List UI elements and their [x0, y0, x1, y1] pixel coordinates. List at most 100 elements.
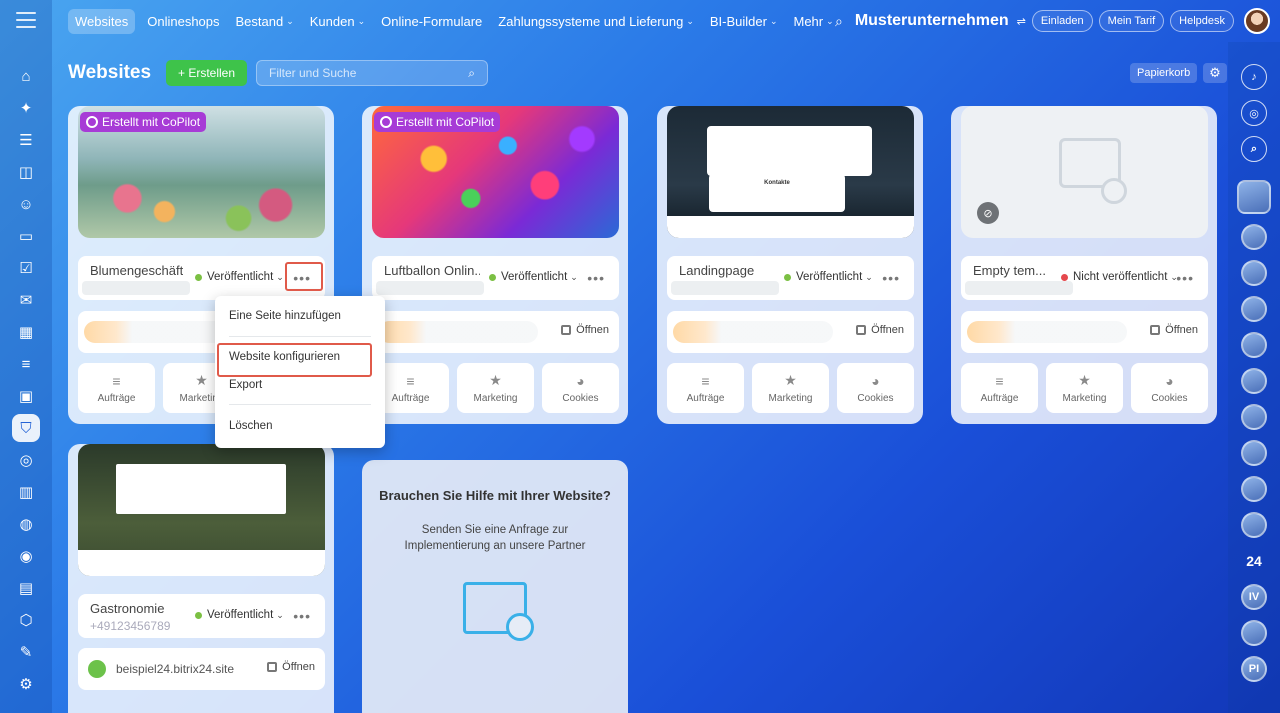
sliders-icon[interactable]: ⇌: [1017, 15, 1026, 28]
search-document-icon: [463, 582, 534, 642]
support-icon[interactable]: ◍: [12, 510, 40, 538]
drive-icon[interactable]: ▭: [12, 222, 40, 250]
site-name[interactable]: Landingpage: [679, 263, 754, 278]
search-icon[interactable]: ⌕: [835, 13, 843, 30]
avatar[interactable]: [1237, 180, 1271, 214]
marketing-button[interactable]: ★ Marketing: [1046, 363, 1123, 413]
analytics-icon[interactable]: ▥: [12, 478, 40, 506]
marketing-button[interactable]: ★ Marketing: [752, 363, 829, 413]
open-button[interactable]: Öffnen: [1150, 324, 1198, 336]
shop-icon[interactable]: ⛉: [12, 414, 40, 442]
avatar[interactable]: [1241, 440, 1267, 466]
cookies-button[interactable]: ◕ Cookies: [1131, 363, 1208, 413]
avatar[interactable]: [1241, 476, 1267, 502]
marketing-label: Marketing: [473, 393, 518, 404]
b24-icon[interactable]: 24: [1241, 548, 1267, 574]
helpdesk-button[interactable]: Helpdesk: [1170, 10, 1234, 32]
more-button[interactable]: •••: [882, 270, 900, 286]
checklist-icon[interactable]: ☑: [12, 254, 40, 282]
contacts-icon[interactable]: ☺: [12, 190, 40, 218]
tab-online-formulare[interactable]: Online-Formulare: [381, 14, 482, 29]
site-name[interactable]: Gastronomie: [90, 601, 164, 616]
avatar[interactable]: [1241, 512, 1267, 538]
thumbnail-contacts-block: Kontakte: [709, 174, 845, 212]
tab-mehr[interactable]: Mehr ⌄: [793, 14, 833, 29]
gear-icon[interactable]: ⚙: [1203, 63, 1227, 83]
menu-item-export[interactable]: Export: [229, 379, 262, 391]
avatar-iv[interactable]: IV: [1241, 584, 1267, 610]
tariff-button[interactable]: Mein Tarif: [1098, 10, 1165, 32]
cookies-button[interactable]: ◕ Cookies: [542, 363, 619, 413]
open-button[interactable]: Öffnen: [856, 324, 904, 336]
search-chat-icon[interactable]: ⌕: [1241, 136, 1267, 162]
tab-zahlungssysteme[interactable]: Zahlungssysteme und Lieferung ⌄: [498, 14, 694, 29]
status-dropdown[interactable]: Nicht veröffentlicht ⌄: [1061, 271, 1178, 283]
tab-websites[interactable]: Websites: [68, 8, 136, 34]
site-thumbnail[interactable]: Kontakte: [667, 106, 914, 238]
highlight-configure-item: [217, 343, 372, 377]
menu-item-add-page[interactable]: Eine Seite hinzufügen: [229, 310, 341, 322]
crm-icon[interactable]: ▣: [12, 382, 40, 410]
more-button[interactable]: •••: [587, 270, 605, 286]
bell-icon[interactable]: ♪: [1241, 64, 1267, 90]
status-dropdown[interactable]: Veröffentlicht ⌄: [784, 271, 873, 283]
status-dot: [195, 273, 202, 281]
menu-item-delete[interactable]: Löschen: [229, 420, 272, 432]
site-name[interactable]: Luftballon Onlin...: [384, 263, 480, 278]
invite-button[interactable]: Einladen: [1031, 10, 1093, 32]
pen-icon[interactable]: ✎: [12, 638, 40, 666]
tab-onlineshops[interactable]: Onlineshops: [147, 14, 219, 29]
status-dropdown[interactable]: Veröffentlicht ⌄: [489, 271, 578, 283]
search-field[interactable]: ⌕: [256, 60, 488, 86]
cookies-button[interactable]: ◕ Cookies: [837, 363, 914, 413]
filter-icon[interactable]: ≡: [12, 350, 40, 378]
cube-icon[interactable]: ⬡: [12, 606, 40, 634]
more-button[interactable]: •••: [1176, 270, 1194, 286]
avatar[interactable]: [1241, 332, 1267, 358]
orders-button[interactable]: ≡ Aufträge: [961, 363, 1038, 413]
more-button[interactable]: •••: [293, 608, 311, 624]
mail-icon[interactable]: ✉: [12, 286, 40, 314]
orders-button[interactable]: ≡ Aufträge: [667, 363, 744, 413]
search-input[interactable]: [269, 66, 469, 80]
target-icon[interactable]: ◎: [12, 446, 40, 474]
status-dropdown[interactable]: Veröffentlicht ⌄: [195, 609, 284, 621]
avatar[interactable]: [1241, 296, 1267, 322]
site-thumbnail[interactable]: ⊘: [961, 106, 1208, 238]
tab-kunden[interactable]: Kunden ⌄: [310, 14, 365, 29]
user-avatar[interactable]: [1244, 8, 1270, 34]
avatar[interactable]: [1241, 368, 1267, 394]
card-actions: ≡ Aufträge ★ Marketing ◕ Cookies: [961, 363, 1208, 413]
blurred-domain: [673, 321, 833, 343]
avatar-pi[interactable]: PI: [1241, 656, 1267, 682]
avatar[interactable]: [1241, 260, 1267, 286]
feed-icon[interactable]: ✦: [12, 94, 40, 122]
trash-button[interactable]: Papierkorb: [1130, 63, 1198, 83]
menu-icon[interactable]: [16, 12, 36, 28]
settings-icon[interactable]: ⚙: [12, 670, 40, 698]
status-dropdown[interactable]: Veröffentlicht ⌄: [195, 271, 284, 283]
site-thumbnail[interactable]: [78, 444, 325, 576]
open-button[interactable]: Öffnen: [267, 661, 315, 673]
site-domain[interactable]: beispiel24.bitrix24.site: [116, 662, 234, 676]
home-icon[interactable]: ⌂: [12, 62, 40, 90]
robot-icon[interactable]: ◉: [12, 542, 40, 570]
company-name[interactable]: Musterunternehmen: [855, 12, 1009, 30]
chat-icon[interactable]: ◫: [12, 158, 40, 186]
tasks-icon[interactable]: ☰: [12, 126, 40, 154]
calendar-icon[interactable]: ▦: [12, 318, 40, 346]
orders-button[interactable]: ≡ Aufträge: [78, 363, 155, 413]
open-button[interactable]: Öffnen: [561, 324, 609, 336]
copilot-icon[interactable]: ◎: [1241, 100, 1267, 126]
marketing-button[interactable]: ★ Marketing: [457, 363, 534, 413]
tab-bestand[interactable]: Bestand ⌄: [236, 14, 294, 29]
site-name[interactable]: Empty tem...: [973, 263, 1046, 278]
avatar[interactable]: [1241, 620, 1267, 646]
avatar[interactable]: [1241, 224, 1267, 250]
cookies-label: Cookies: [562, 392, 599, 404]
site-name[interactable]: Blumengeschäft: [90, 263, 183, 278]
avatar[interactable]: [1241, 404, 1267, 430]
create-button[interactable]: + Erstellen: [166, 60, 247, 86]
store-icon[interactable]: ▤: [12, 574, 40, 602]
tab-bi-builder[interactable]: BI-Builder ⌄: [710, 14, 778, 29]
